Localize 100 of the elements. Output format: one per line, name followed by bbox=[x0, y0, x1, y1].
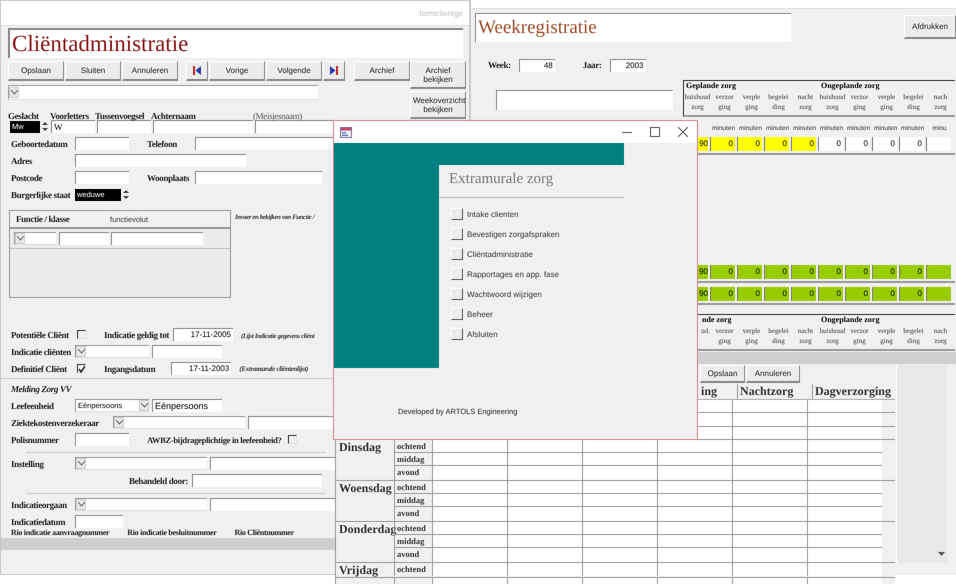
menu-button[interactable] bbox=[451, 228, 463, 240]
side-button[interactable]: Archief bekijken bbox=[410, 61, 466, 89]
date-field[interactable]: 17-11-2003 bbox=[171, 362, 232, 375]
table-cell[interactable] bbox=[732, 507, 807, 521]
table-cell[interactable] bbox=[507, 494, 582, 506]
input-field[interactable] bbox=[75, 154, 246, 167]
table-cell[interactable] bbox=[507, 453, 582, 466]
input-field[interactable] bbox=[111, 232, 203, 245]
table-cell[interactable] bbox=[657, 466, 732, 480]
form-button[interactable]: Opslaan bbox=[700, 365, 745, 383]
last-record-button[interactable] bbox=[323, 61, 345, 81]
table-cell[interactable] bbox=[657, 440, 732, 452]
spin-icon[interactable] bbox=[123, 189, 129, 200]
menu-button[interactable] bbox=[451, 248, 463, 260]
input-field[interactable] bbox=[210, 457, 336, 470]
table-cell[interactable] bbox=[732, 562, 807, 576]
table-cell[interactable] bbox=[732, 494, 807, 506]
table-cell[interactable] bbox=[507, 548, 582, 562]
table-cell[interactable] bbox=[432, 507, 507, 521]
table-cell[interactable] bbox=[507, 440, 582, 452]
minutes-cell[interactable]: 0 bbox=[845, 287, 870, 301]
minutes-cell[interactable]: 0 bbox=[872, 287, 897, 301]
table-cell[interactable] bbox=[582, 534, 657, 548]
table-cell[interactable] bbox=[807, 466, 882, 480]
table-cell[interactable] bbox=[582, 548, 657, 562]
dropdown-field[interactable] bbox=[75, 498, 207, 511]
dropdown-field[interactable] bbox=[75, 457, 207, 470]
input-field[interactable] bbox=[75, 137, 129, 150]
menu-button[interactable] bbox=[451, 288, 463, 300]
table-cell[interactable] bbox=[807, 413, 882, 426]
input-field[interactable] bbox=[210, 498, 336, 511]
toolbar-button[interactable]: Sluiten bbox=[65, 61, 121, 81]
minutes-cell[interactable]: 0 bbox=[710, 137, 735, 151]
minutes-cell[interactable] bbox=[926, 287, 951, 301]
dropdown-field[interactable] bbox=[75, 345, 149, 358]
table-cell[interactable] bbox=[807, 494, 882, 506]
minutes-cell[interactable]: 0 bbox=[899, 265, 924, 279]
input-field[interactable]: Eénpersoons bbox=[152, 399, 222, 412]
table-cell[interactable] bbox=[582, 562, 657, 576]
table-cell[interactable] bbox=[732, 400, 807, 412]
close-icon[interactable] bbox=[678, 127, 688, 137]
table-cell[interactable] bbox=[657, 534, 732, 548]
year-field[interactable]: 2003 bbox=[610, 58, 646, 72]
menu-button[interactable] bbox=[451, 268, 463, 280]
table-cell[interactable] bbox=[657, 507, 732, 521]
scroll-down-icon[interactable] bbox=[938, 552, 945, 557]
table-cell[interactable] bbox=[507, 534, 582, 548]
dropdown-field[interactable] bbox=[113, 416, 245, 429]
table-cell[interactable] bbox=[582, 507, 657, 521]
table-cell[interactable] bbox=[807, 440, 882, 452]
table-cell[interactable] bbox=[732, 413, 807, 426]
table-cell[interactable] bbox=[732, 453, 807, 466]
minutes-cell[interactable]: 0 bbox=[872, 137, 897, 151]
first-record-button[interactable] bbox=[186, 61, 208, 81]
form-button[interactable]: Annuleren bbox=[746, 365, 800, 383]
menu-button[interactable] bbox=[451, 328, 463, 340]
minutes-cell[interactable]: 0 bbox=[872, 265, 897, 279]
table-cell[interactable] bbox=[732, 440, 807, 452]
table-cell[interactable] bbox=[732, 480, 807, 494]
table-cell[interactable] bbox=[807, 548, 882, 562]
spin-icon[interactable] bbox=[42, 121, 48, 132]
table-cell[interactable] bbox=[432, 562, 507, 576]
table-cell[interactable] bbox=[807, 480, 882, 494]
table-cell[interactable] bbox=[582, 494, 657, 506]
side-button[interactable]: Weekoverzicht bekijken bbox=[410, 91, 466, 119]
minutes-cell[interactable]: 0 bbox=[818, 287, 843, 301]
minutes-cell[interactable]: 0 bbox=[845, 137, 870, 151]
table-cell[interactable] bbox=[582, 522, 657, 534]
table-cell[interactable] bbox=[732, 522, 807, 534]
checkbox[interactable] bbox=[77, 330, 86, 339]
toolbar-button[interactable]: Vorige bbox=[209, 61, 265, 81]
table-cell[interactable] bbox=[807, 426, 882, 439]
table-cell[interactable] bbox=[507, 562, 582, 576]
table-cell[interactable] bbox=[657, 562, 732, 576]
date-field[interactable]: 17-11-2005 bbox=[173, 328, 233, 341]
minutes-cell[interactable]: 0 bbox=[899, 137, 924, 151]
input-field[interactable] bbox=[195, 171, 322, 184]
table-cell[interactable] bbox=[432, 453, 507, 466]
minutes-cell[interactable]: 0 bbox=[845, 265, 870, 279]
minutes-cell[interactable]: 0 bbox=[764, 287, 789, 301]
table-cell[interactable] bbox=[732, 426, 807, 439]
input-field[interactable]: W bbox=[51, 120, 95, 133]
table-cell[interactable] bbox=[657, 494, 732, 506]
minutes-cell[interactable]: 0 bbox=[737, 287, 762, 301]
table-cell[interactable] bbox=[807, 400, 882, 412]
table-cell[interactable] bbox=[432, 522, 507, 534]
minutes-cell[interactable]: 0 bbox=[791, 287, 816, 301]
table-cell[interactable] bbox=[432, 466, 507, 480]
menu-button[interactable] bbox=[451, 208, 463, 220]
input-field[interactable] bbox=[75, 515, 123, 528]
input-field[interactable] bbox=[153, 120, 253, 133]
table-cell[interactable] bbox=[582, 440, 657, 452]
input-field[interactable] bbox=[192, 474, 322, 487]
input-field[interactable] bbox=[97, 120, 151, 133]
table-cell[interactable] bbox=[432, 440, 507, 452]
table-cell[interactable] bbox=[657, 480, 732, 494]
checkbox[interactable] bbox=[77, 364, 86, 373]
table-cell[interactable] bbox=[657, 453, 732, 466]
input-field[interactable] bbox=[59, 232, 109, 245]
minutes-cell[interactable]: 0 bbox=[791, 265, 816, 279]
